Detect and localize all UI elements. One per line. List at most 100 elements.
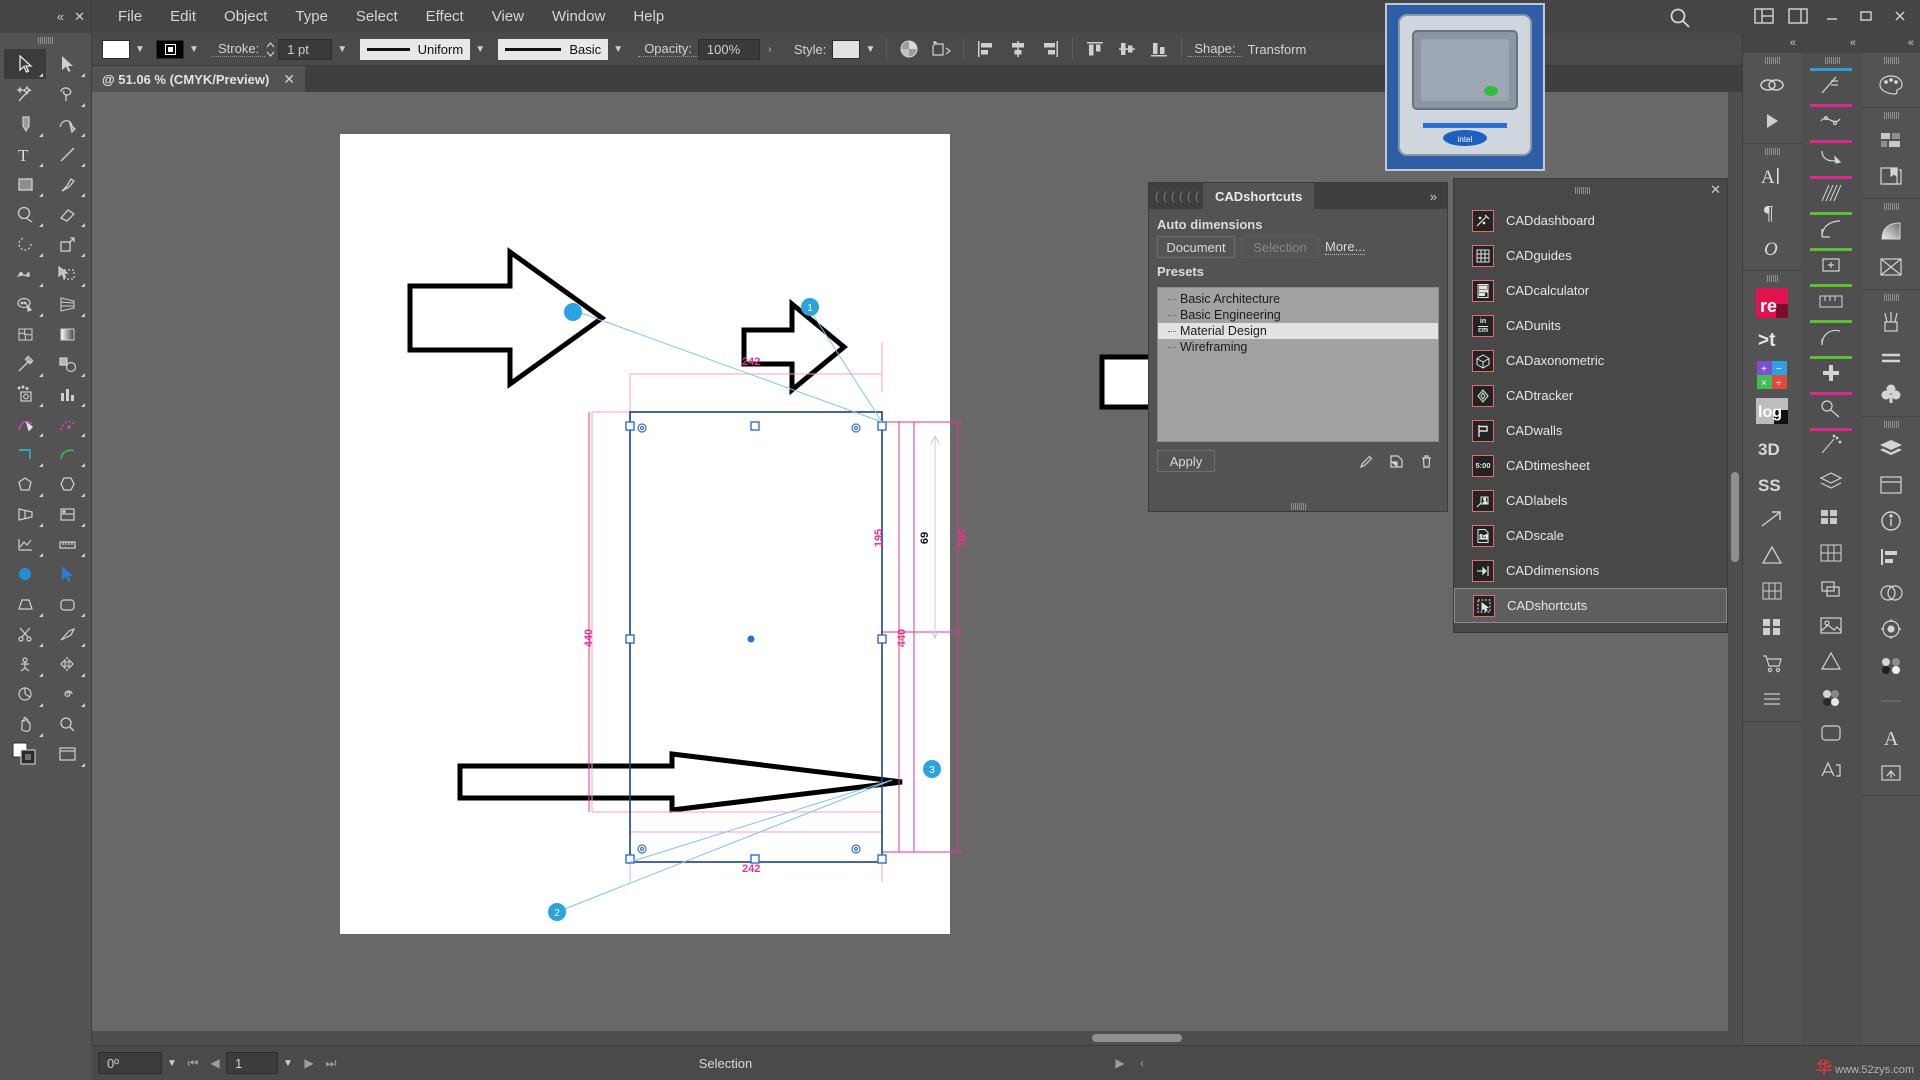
panel-layout-icon-b[interactable] [1784,4,1812,28]
slice-tool[interactable] [46,409,88,439]
screen-mode-tool[interactable] [46,739,88,769]
eraser-tool[interactable] [46,199,88,229]
scissors-tool[interactable] [4,619,46,649]
stack-ext-icon[interactable] [1743,681,1801,717]
brushes-icon[interactable] [1862,304,1920,340]
transparency-icon[interactable] [1862,575,1920,611]
grid-ext-icon[interactable] [1743,573,1801,609]
hatch-icon[interactable] [1802,175,1860,211]
artboards-icon[interactable] [1862,122,1920,158]
shape-icon[interactable] [1802,715,1860,751]
links-icon[interactable] [1743,67,1801,103]
menu-item-select[interactable]: Select [342,0,412,33]
ss-extension-icon[interactable]: SS [1743,465,1801,501]
clubs-icon[interactable] [1862,376,1920,412]
edit-pencil-icon[interactable] [1355,451,1377,471]
style-dropdown-icon[interactable]: ▼ [860,38,881,60]
stroke-profile-dropdown-icon[interactable]: ▼ [470,38,491,60]
info-icon[interactable] [1862,503,1920,539]
preset-item-wireframing[interactable]: Wireframing [1158,339,1438,355]
shape-builder-tool[interactable] [4,289,46,319]
brush-icon[interactable] [1802,391,1860,427]
color-icon[interactable] [1802,751,1860,787]
canvas-horizontal-scrollbar[interactable] [92,1031,1742,1045]
cad-menu-item-cadcalculator[interactable]: CADcalculator [1454,273,1727,308]
appearance-icon[interactable] [1862,611,1920,647]
canvas-vertical-scrollbar[interactable] [1728,92,1742,1045]
panel-resize-grip[interactable] [1149,502,1447,510]
rotation-dropdown-icon[interactable]: ▼ [162,1052,182,1074]
more-link[interactable]: More... [1325,239,1366,255]
zoom-tool[interactable] [46,709,88,739]
triangle-ext-icon[interactable] [1743,537,1801,573]
fill-color-swatch[interactable] [102,39,130,59]
opacity-options-icon[interactable]: › [759,38,780,60]
transform-icon[interactable] [1802,247,1860,283]
close-icon[interactable]: ✕ [1710,182,1721,198]
hand-tool[interactable] [4,709,46,739]
live-paint-tool[interactable] [46,499,88,529]
blend-tool[interactable] [46,349,88,379]
scroll-thumb[interactable] [1092,1034,1182,1042]
document-button[interactable]: Document [1157,236,1235,258]
color-palette-icon[interactable] [1862,67,1920,103]
cad-menu-item-cadguides[interactable]: CADguides [1454,238,1727,273]
pathfinder-icon[interactable] [1802,67,1860,103]
menu-item-help[interactable]: Help [619,0,678,33]
artboard-grid-icon[interactable] [1862,467,1920,503]
direct-selection-tool[interactable] [46,49,88,79]
menu-item-window[interactable]: Window [538,0,619,33]
menu-item-file[interactable]: File [104,0,156,33]
close-icon[interactable]: ✕ [283,71,295,88]
export-icon[interactable] [1862,755,1920,791]
cart-ext-icon[interactable] [1743,645,1801,681]
stroke-weight-input[interactable]: 1 pt [278,38,333,60]
menu-item-type[interactable]: Type [281,0,342,33]
artboard-number-input[interactable]: 1 [226,1052,278,1074]
opacity-input[interactable]: 100% [697,38,760,60]
rail-a-collapse-icon[interactable]: « [1743,33,1802,53]
text-tool-extension-icon[interactable]: >t [1743,321,1801,357]
trapezoid-tool[interactable] [4,589,46,619]
scale-tool[interactable] [46,229,88,259]
arc-tool[interactable] [46,439,88,469]
tools-panel-grip[interactable] [0,33,91,47]
preset-item-basic-engineering[interactable]: Basic Engineering [1158,307,1438,323]
align-center-h-icon[interactable] [1002,35,1034,63]
scroll-thumb[interactable] [1731,472,1739,562]
make-mask-icon[interactable] [925,35,957,63]
re-extension-icon[interactable]: re [1743,285,1801,321]
photo-icon[interactable] [1802,607,1860,643]
collapsed-tabs[interactable]: (((((( [1149,183,1203,209]
new-preset-icon[interactable] [1385,451,1407,471]
close-icon[interactable]: ✕ [74,9,85,25]
status-next-icon[interactable]: ▶ [1109,1052,1131,1074]
artboard-tool[interactable] [4,409,46,439]
lasso-tool[interactable] [46,79,88,109]
graphic-styles-icon[interactable] [1862,647,1920,683]
width-tool[interactable] [4,259,46,289]
fill-stroke-swatch[interactable] [4,739,46,769]
stroke-dropdown-icon[interactable]: ▼ [184,38,204,60]
spiral-tool[interactable] [46,679,88,709]
stacks-icon[interactable] [1802,571,1860,607]
swatches-icon[interactable] [1802,499,1860,535]
preset-item-basic-architecture[interactable]: Basic Architecture [1158,291,1438,307]
play-actions-icon[interactable] [1743,103,1801,139]
graphic-style-swatch[interactable] [832,39,861,59]
shaper-tool[interactable] [4,199,46,229]
curve-tools-icon[interactable] [1802,139,1860,175]
type-icon[interactable]: A [1862,719,1920,755]
align-top-icon[interactable] [1079,35,1111,63]
menu-item-edit[interactable]: Edit [156,0,210,33]
align-icon[interactable] [1862,539,1920,575]
cad-menu-item-cadtimesheet[interactable]: 5:00 CADtimesheet [1454,448,1727,483]
line-segment-tool[interactable] [46,139,88,169]
preset-item-material-design[interactable]: Material Design [1158,323,1438,339]
artboard-dropdown-icon[interactable]: ▼ [278,1052,298,1074]
puppet-warp-tool[interactable] [4,649,46,679]
menu-item-object[interactable]: Object [210,0,281,33]
gradient-tool[interactable] [46,319,88,349]
stroke-color-swatch[interactable] [156,39,184,59]
rail-b-collapse-icon[interactable]: « [1802,33,1862,53]
